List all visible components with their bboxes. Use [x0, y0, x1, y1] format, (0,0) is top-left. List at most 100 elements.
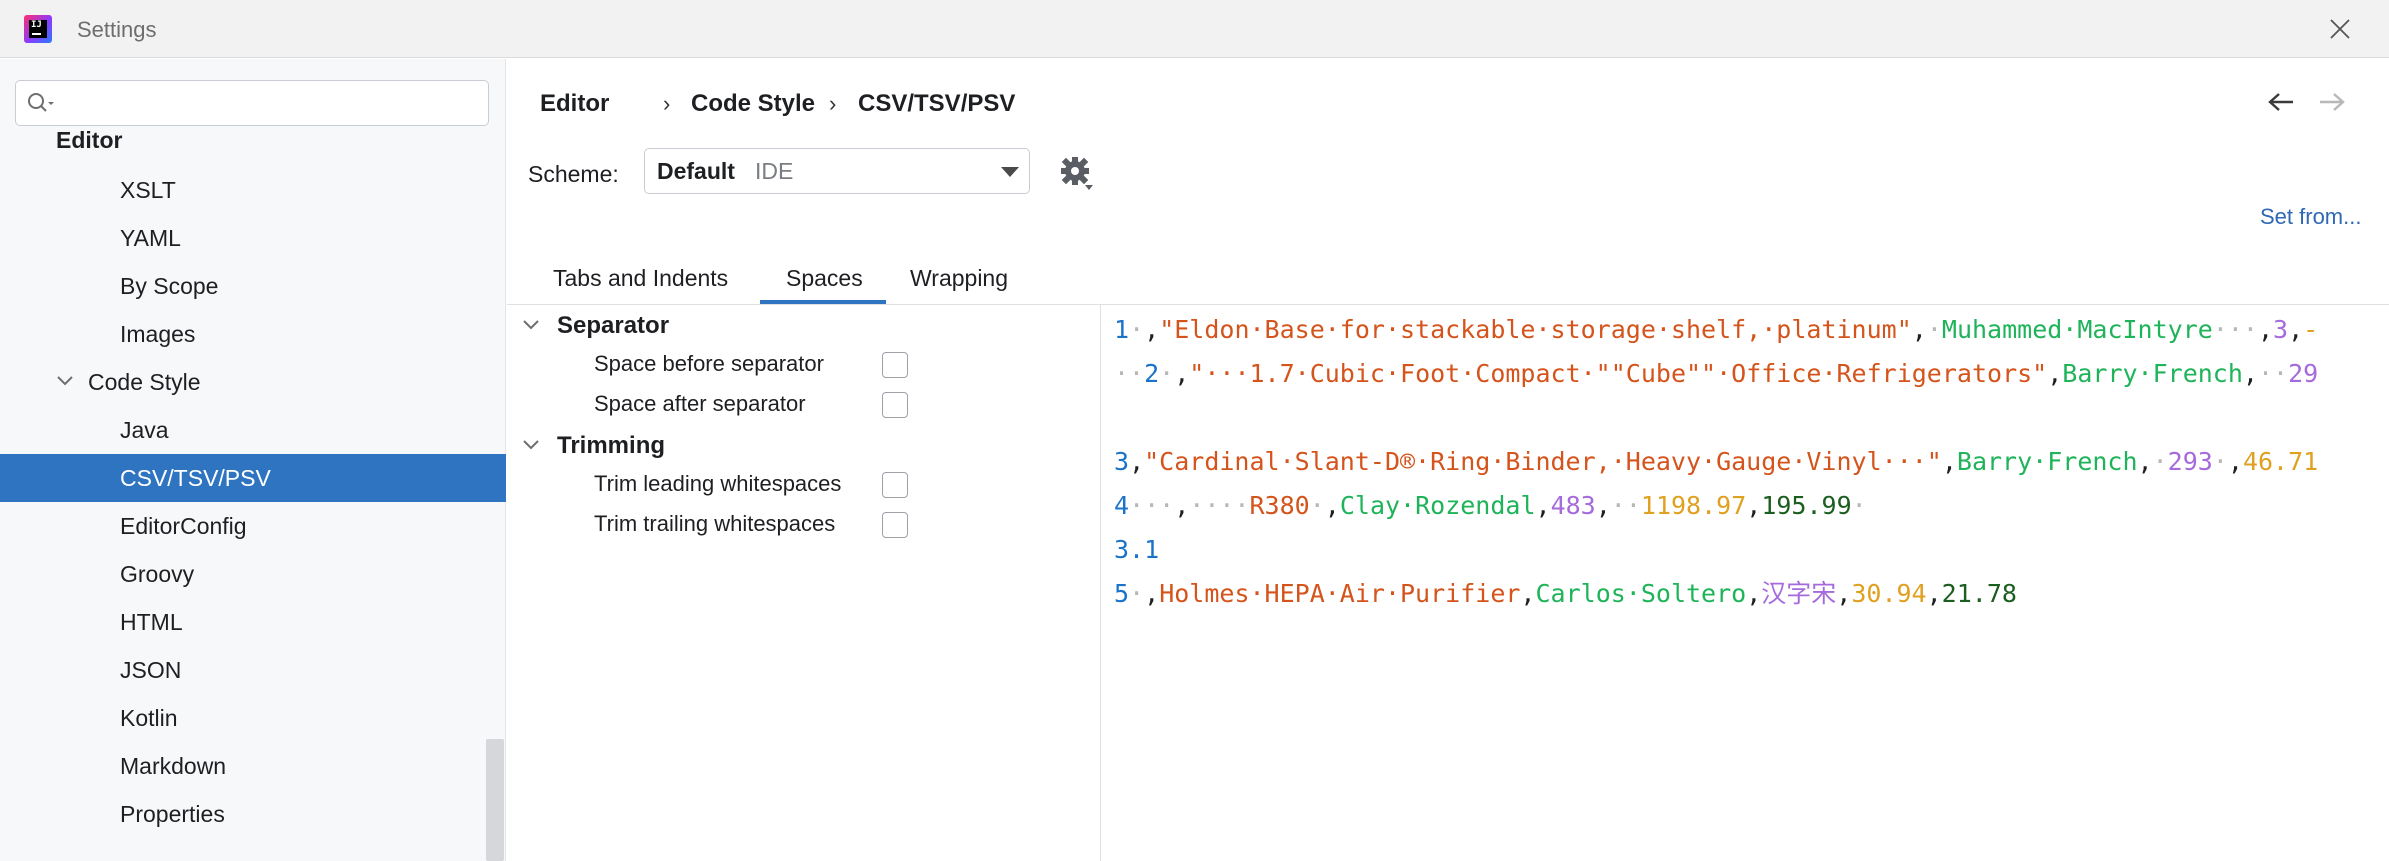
- preview-line: 5·,Holmes·HEPA·Air·Purifier,Carlos·Solte…: [1114, 572, 2017, 616]
- group-separator[interactable]: Separator: [507, 311, 1101, 341]
- trim-trailing-checkbox[interactable]: [882, 512, 908, 538]
- chevron-down-icon[interactable]: [522, 318, 540, 332]
- scheme-dropdown[interactable]: Default IDE: [644, 148, 1030, 194]
- sidebar-item-groovy[interactable]: Groovy: [0, 550, 506, 598]
- breadcrumb-csv-tsv-psv: CSV/TSV/PSV: [858, 90, 1016, 117]
- scheme-sub: IDE: [755, 158, 794, 184]
- preview-token: 293: [2167, 447, 2213, 476]
- preview-token: ,: [2047, 359, 2063, 388]
- whitespace-marker: ····: [1189, 491, 1250, 520]
- whitespace-marker: ···: [2212, 315, 2258, 344]
- sidebar-item-json[interactable]: JSON: [0, 646, 506, 694]
- preview-token: "Cardinal·Slant-D®·Ring·Binder,·Heavy·Ga…: [1144, 447, 1942, 476]
- tab-tabs-and-indents[interactable]: Tabs and Indents: [553, 251, 728, 305]
- settings-sidebar: Editor XSLT YAML By Scope Images Code St…: [0, 59, 506, 861]
- sidebar-item-code-style[interactable]: Code Style: [0, 358, 506, 406]
- option-trim-leading-whitespaces[interactable]: Trim leading whitespaces: [507, 466, 1101, 502]
- option-trim-trailing-whitespaces[interactable]: Trim trailing whitespaces: [507, 506, 1101, 542]
- forward-button[interactable]: [2316, 89, 2348, 115]
- preview-token: Carlos·Soltero: [1535, 579, 1747, 608]
- preview-line: 1·,"Eldon·Base·for·stackable·storage·she…: [1114, 308, 2318, 352]
- preview-token: ,: [2257, 315, 2274, 344]
- whitespace-marker: ··: [1610, 491, 1641, 520]
- preview-token: ,: [1144, 579, 1160, 608]
- preview-token: Holmes·HEPA·Air·Purifier: [1159, 579, 1521, 608]
- scheme-value: Default: [657, 158, 735, 184]
- preview-token: Muhammed·MacIntyre: [1941, 315, 2213, 344]
- preview-token: 3: [2273, 315, 2289, 344]
- sidebar-item-yaml[interactable]: YAML: [0, 214, 506, 262]
- whitespace-marker: ·: [2152, 447, 2168, 476]
- option-space-after-separator[interactable]: Space after separator: [507, 386, 1101, 422]
- arrow-left-icon: [2268, 93, 2293, 111]
- chevron-down-icon[interactable]: [522, 438, 540, 452]
- search-icon: [28, 93, 54, 112]
- preview-token: ,: [2137, 447, 2153, 476]
- breadcrumb-editor[interactable]: Editor: [540, 89, 609, 119]
- sidebar-item-html[interactable]: HTML: [0, 598, 506, 646]
- whitespace-marker: ·: [1129, 315, 1145, 344]
- preview-token: "Eldon·Base·for·stackable·storage·shelf,…: [1159, 315, 1912, 344]
- preview-token: ,: [1595, 491, 1611, 520]
- preview-token: "···1.7·Cubic·Foot·Compact·""Cube""·Offi…: [1189, 359, 2048, 388]
- preview-token: 21.78: [1941, 579, 2017, 608]
- preview-token: ,: [1535, 491, 1551, 520]
- space-before-separator-checkbox[interactable]: [882, 352, 908, 378]
- set-from-link[interactable]: Set from...: [2260, 204, 2361, 230]
- back-button[interactable]: [2265, 89, 2297, 115]
- group-trimming[interactable]: Trimming: [507, 431, 1101, 461]
- whitespace-marker: ·: [1926, 315, 1942, 344]
- preview-token: 30.94: [1851, 579, 1927, 608]
- breadcrumb-separator: ›: [663, 91, 671, 116]
- whitespace-marker: ··: [2257, 359, 2289, 388]
- arrow-right-icon: [2320, 93, 2345, 111]
- preview-token: ,: [1324, 491, 1340, 520]
- preview-token: ,: [1144, 315, 1160, 344]
- close-button[interactable]: [2320, 10, 2360, 48]
- intellij-logo-icon: IJ: [24, 15, 52, 43]
- preview-line: 3.1: [1114, 528, 1159, 572]
- sidebar-item-images[interactable]: Images: [0, 310, 506, 358]
- preview-token: Barry·French: [1956, 447, 2138, 476]
- gear-icon[interactable]: [1059, 155, 1095, 191]
- whitespace-marker: ·: [1159, 359, 1175, 388]
- space-after-separator-checkbox[interactable]: [882, 392, 908, 418]
- whitespace-marker: ·: [1851, 491, 1867, 520]
- sidebar-item-markdown[interactable]: Markdown: [0, 742, 506, 790]
- sidebar-item-editor[interactable]: Editor: [0, 116, 506, 164]
- tab-active-indicator: [760, 300, 886, 304]
- tab-wrapping[interactable]: Wrapping: [910, 251, 1008, 305]
- preview-token: ,: [1520, 579, 1536, 608]
- preview-token: 29: [2288, 359, 2319, 388]
- preview-token: 5: [1114, 579, 1130, 608]
- whitespace-marker: ···: [1129, 491, 1175, 520]
- sidebar-item-properties[interactable]: Properties: [0, 790, 506, 838]
- breadcrumb-code-style[interactable]: Code Style: [691, 89, 815, 119]
- sidebar-item-by-scope[interactable]: By Scope: [0, 262, 506, 310]
- sidebar-item-editorconfig[interactable]: EditorConfig: [0, 502, 506, 550]
- preview-token: 3: [1114, 447, 1130, 476]
- sidebar-item-java[interactable]: Java: [0, 406, 506, 454]
- preview-token: ,: [1941, 447, 1957, 476]
- sidebar-item-xslt[interactable]: XSLT: [0, 166, 506, 214]
- trim-leading-checkbox[interactable]: [882, 472, 908, 498]
- whitespace-marker: ·: [2212, 447, 2228, 476]
- dropdown-arrow-icon: [1001, 167, 1019, 177]
- preview-token: -: [2303, 315, 2319, 344]
- preview-token: 1198.97: [1640, 491, 1747, 520]
- option-space-before-separator[interactable]: Space before separator: [507, 346, 1101, 382]
- tab-spaces[interactable]: Spaces: [786, 251, 863, 305]
- sidebar-item-csv-tsv-psv[interactable]: CSV/TSV/PSV: [0, 454, 506, 502]
- preview-line: ··2·,"···1.7·Cubic·Foot·Compact·""Cube""…: [1114, 352, 2318, 396]
- code-preview[interactable]: 1·,"Eldon·Base·for·stackable·storage·she…: [1102, 305, 2389, 861]
- preview-token: ,: [1174, 491, 1190, 520]
- sidebar-scrollbar[interactable]: [486, 739, 504, 861]
- sidebar-item-kotlin[interactable]: Kotlin: [0, 694, 506, 742]
- preview-token: 483: [1550, 491, 1596, 520]
- options-tree: Separator Space before separator Space a…: [507, 305, 1101, 861]
- preview-token: ,: [1174, 359, 1190, 388]
- preview-token: ,: [1836, 579, 1852, 608]
- scheme-label: Scheme:: [528, 161, 619, 187]
- preview-token: ,: [1926, 579, 1942, 608]
- chevron-down-icon[interactable]: [56, 374, 74, 388]
